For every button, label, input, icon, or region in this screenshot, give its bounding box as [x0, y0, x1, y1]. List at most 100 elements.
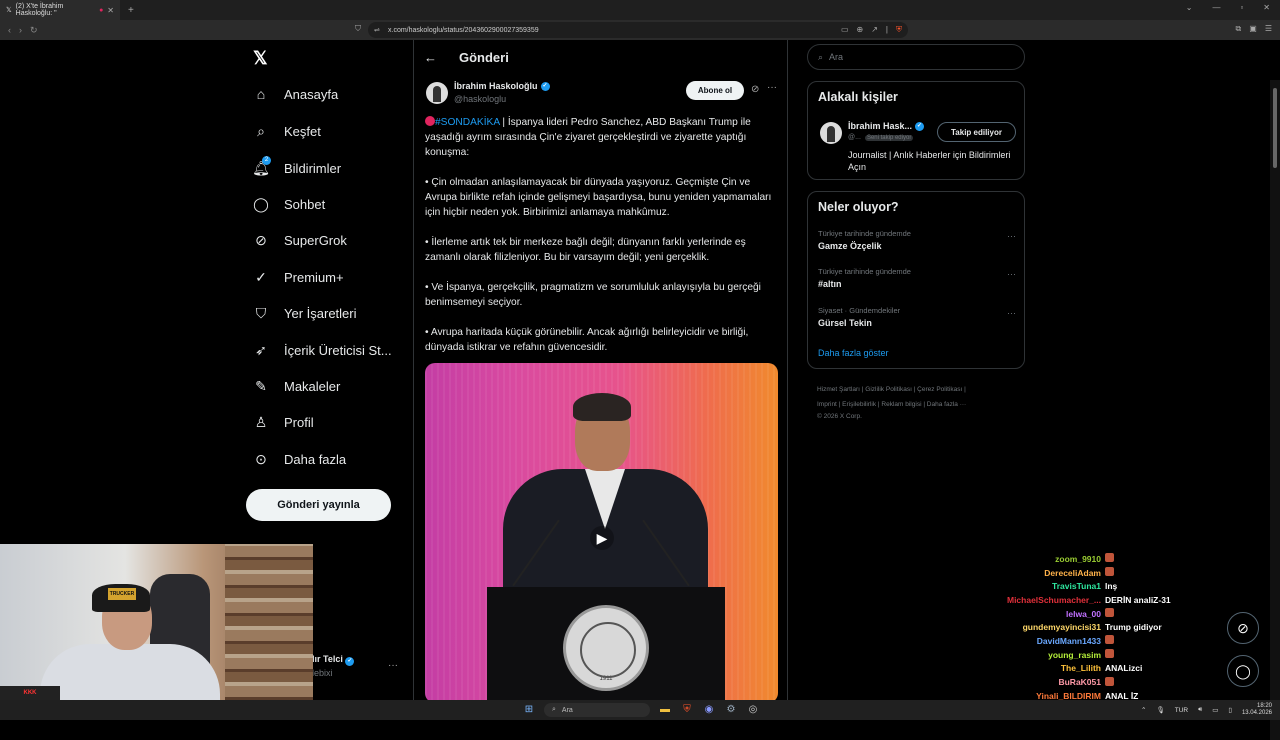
microphone-icon[interactable]: 🎙︎ [1157, 706, 1165, 714]
sidebar-item-notifications[interactable]: 🔔︎ 2 Bildirimler [252, 156, 341, 177]
site-info-icon[interactable]: ⇌ [374, 26, 380, 34]
bookmark-page-icon[interactable]: ⛉ [355, 24, 361, 34]
volume-icon[interactable]: 🔊︎ [1198, 706, 1202, 714]
sidebar-item-chat[interactable]: ◯ Sohbet [252, 196, 325, 213]
taskbar: ⊞ ⌕ Ara ▬ ⛨ ◉ ⚙ ◎ ⌃ 🎙︎ TUR 🔊︎ ▭ ▯ 18:20 1… [0, 700, 1280, 720]
footer-line[interactable]: Hizmet Şartları | Gizlilik Politikası | … [817, 382, 1027, 397]
steam-icon[interactable]: ⚙ [724, 703, 738, 717]
battery-icon[interactable]: ▯ [1228, 706, 1232, 714]
back-nav-icon[interactable]: ‹ [8, 25, 11, 36]
trend-more-icon[interactable]: ··· [1007, 269, 1016, 279]
sidebar-item-creator-studio[interactable]: ➶ İçerik Üreticisi St... [252, 342, 392, 359]
account-name[interactable]: lır Telci ✓ [312, 654, 355, 666]
sidebar-item-label: Sohbet [284, 197, 326, 212]
chat-text [1105, 608, 1114, 619]
browser-tab[interactable]: 𝕏 (2) X'te İbrahim Haskoloğlu: " ● ✕ [0, 0, 120, 20]
taskbar-search[interactable]: ⌕ Ara [544, 703, 650, 717]
search-input[interactable]: ⌕ Ara [807, 44, 1025, 70]
trend-more-icon[interactable]: ··· [1007, 308, 1016, 318]
tab-list-icon[interactable]: ⌄ [1186, 3, 1193, 12]
maximize-icon[interactable]: ▫ [1240, 3, 1243, 12]
network-icon[interactable]: ▭ [1212, 706, 1218, 714]
x-logo-icon[interactable]: 𝕏 [253, 48, 268, 69]
scrollbar-thumb[interactable] [1273, 88, 1277, 168]
sidebar-item-supergrok[interactable]: ⊘ SuperGrok [252, 232, 347, 249]
chat-username[interactable]: DavidMann1433 [990, 636, 1105, 646]
post-button[interactable]: Gönderi yayınla [246, 489, 391, 521]
clock[interactable]: 18:20 13.04.2026 [1242, 703, 1272, 717]
related-name[interactable]: İbrahim Hask... ✓ [848, 121, 925, 131]
close-tab-icon[interactable]: ✕ [107, 6, 114, 15]
sidebar-item-explore[interactable]: ⌕ Keşfet [252, 123, 321, 140]
scrollbar[interactable] [1270, 80, 1280, 740]
chat-username[interactable]: TravisTuna1 [990, 581, 1105, 591]
author-avatar[interactable] [426, 82, 448, 104]
hashtag-link[interactable]: #SONDAKİKA [435, 117, 500, 128]
file-explorer-icon[interactable]: ▬ [658, 703, 672, 717]
verified-icon: ✓ [915, 121, 925, 131]
show-more-link[interactable]: Daha fazla göster [818, 348, 889, 358]
subscribe-button[interactable]: Abone ol [686, 81, 744, 100]
obs-icon[interactable]: ◎ [746, 703, 760, 717]
reload-icon[interactable]: ↻ [30, 25, 38, 36]
chat-username[interactable]: young_rasim [990, 650, 1105, 660]
close-window-icon[interactable]: ✕ [1263, 3, 1270, 12]
trend-more-icon[interactable]: ··· [1007, 231, 1016, 241]
menu-icon[interactable]: ☰ [1265, 24, 1272, 34]
chat-text [1105, 567, 1114, 578]
chat-username[interactable]: BuRaK051 [990, 677, 1105, 687]
brave-shield-icon[interactable]: ⛨ [896, 25, 902, 35]
sidebar-item-bookmarks[interactable]: ⛉ Yer İşaretleri [252, 305, 357, 322]
chat-text: lnş [1105, 581, 1117, 591]
language-indicator[interactable]: TUR [1175, 707, 1188, 714]
sidebar-item-profile[interactable]: ♙ Profil [252, 414, 314, 431]
trend-item[interactable]: Siyaset · Gündemdekiler Gürsel Tekin ··· [818, 306, 1016, 328]
chat-username[interactable]: lelwa_00 [990, 609, 1105, 619]
windows-start-icon[interactable]: ⊞ [522, 703, 536, 717]
author-name[interactable]: İbrahim Haskoloğlu ✓ [454, 81, 550, 91]
trend-item[interactable]: Türkiye tarihinde gündemde Gamze Özçelik… [818, 229, 1016, 251]
chat-message-text: ANALizci [1105, 663, 1143, 674]
sidebar-toggle-icon[interactable]: ▣ [1249, 24, 1257, 34]
address-bar: ‹ › ↻ ⛉ ⇌ x.com/haskologlu/status/204360… [0, 20, 1280, 40]
zoom-icon[interactable]: ⊕ [857, 25, 864, 35]
back-arrow-icon[interactable]: ← [424, 50, 437, 65]
forward-nav-icon[interactable]: › [19, 25, 22, 36]
trend-item[interactable]: Türkiye tarihinde gündemde #altın ··· [818, 267, 1016, 289]
following-button[interactable]: Takip ediliyor [937, 122, 1016, 142]
sidebar-item-premium[interactable]: ✓ Premium+ [252, 269, 343, 286]
footer-line[interactable]: Imprint | Erişilebilirlik | Reklam bilgi… [817, 397, 1027, 412]
premium-icon: ✓ [255, 269, 267, 285]
play-icon[interactable]: ▶ [590, 526, 614, 550]
chat-message: DereceliAdam [990, 566, 1220, 580]
chat-username[interactable]: zoom_9910 [990, 554, 1105, 564]
minimize-icon[interactable]: — [1212, 3, 1220, 12]
chat-username[interactable]: MichaelSchumacher_... [990, 595, 1105, 605]
author-handle[interactable]: @haskologlu [454, 94, 506, 104]
trend-name: Gürsel Tekin [818, 318, 872, 328]
share-icon[interactable]: ↗ [871, 25, 878, 35]
extensions-icon[interactable]: ⧉ [1236, 24, 1242, 34]
tweet-video[interactable]: 1911 ▶ [425, 363, 778, 703]
chat-username[interactable]: The_Lilith [990, 663, 1105, 673]
sidebar-item-more[interactable]: ⊙ Daha fazla [252, 451, 346, 468]
messages-floating-icon[interactable]: ◯ [1227, 655, 1259, 687]
chat-username[interactable]: DereceliAdam [990, 568, 1105, 578]
grok-floating-icon[interactable]: ⊘ [1227, 612, 1259, 644]
url-field[interactable]: ⇌ x.com/haskologlu/status/20436029000273… [368, 22, 908, 38]
brave-browser-icon[interactable]: ⛨ [680, 703, 694, 717]
new-tab-icon[interactable]: + [128, 5, 134, 16]
sidebar-item-home[interactable]: ⌂ Anasayfa [252, 86, 338, 102]
related-avatar[interactable] [820, 122, 842, 144]
more-options-icon[interactable]: ··· [767, 82, 777, 93]
screen-icon[interactable]: ▭ [841, 25, 849, 35]
sidebar-item-articles[interactable]: ✎ Makaleler [252, 378, 340, 395]
tweet-paragraph: • Çin olmadan anlaşılamayacak bir dünyad… [425, 177, 772, 218]
chat-username[interactable]: gundemyayincisi31 [990, 622, 1105, 632]
grok-icon[interactable]: ⊘ [751, 84, 759, 95]
emote-icon [1105, 649, 1114, 659]
chat-message: MichaelSchumacher_... DERİN analiZ-31 [990, 593, 1220, 607]
account-more-icon[interactable]: ··· [388, 660, 398, 671]
tray-expand-icon[interactable]: ⌃ [1141, 706, 1146, 714]
discord-icon[interactable]: ◉ [702, 703, 716, 717]
